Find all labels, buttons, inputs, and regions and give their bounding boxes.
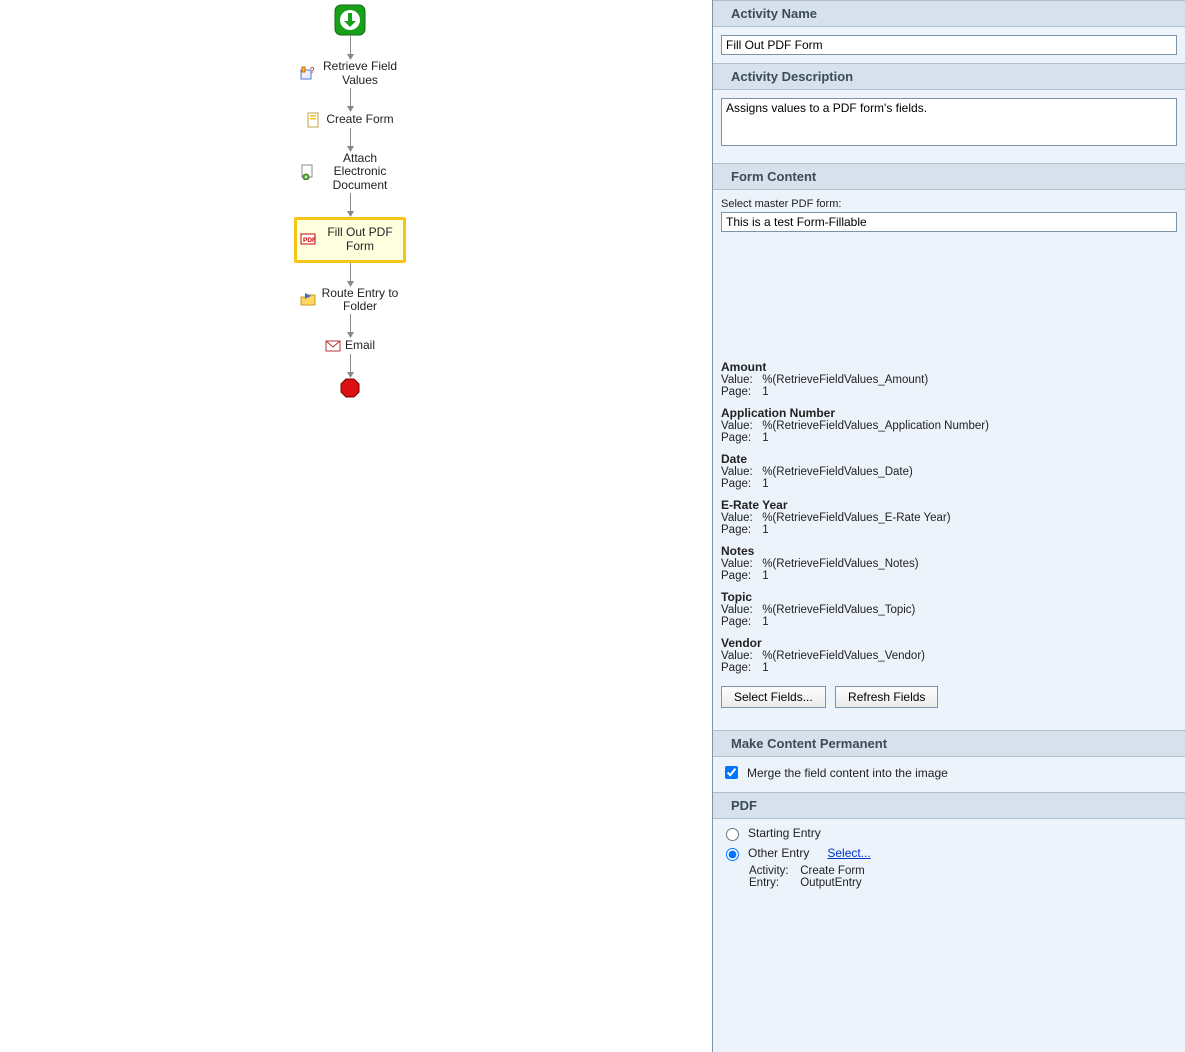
form-field-value: %(RetrieveFieldValues_Notes) [762, 558, 918, 570]
workflow-node-retrieve-field-values[interactable]: ? Retrieve Field Values [294, 60, 406, 88]
form-field-block: AmountValue: %(RetrieveFieldValues_Amoun… [713, 360, 1185, 406]
form-field-value: %(RetrieveFieldValues_Date) [762, 466, 913, 478]
workflow-node-label: Fill Out PDF Form [320, 226, 400, 254]
attach-document-icon [300, 164, 316, 180]
form-field-value-key: Value: [721, 512, 759, 524]
form-field-page: 1 [762, 616, 768, 628]
form-field-page: 1 [762, 662, 768, 674]
starting-entry-radio[interactable] [726, 828, 739, 841]
pdf-entry-key: Entry: [749, 877, 797, 889]
form-field-name: Vendor [721, 636, 1177, 650]
form-field-page-key: Page: [721, 478, 759, 490]
connector-arrow-icon [347, 263, 354, 287]
section-header-form-content: Form Content [713, 163, 1185, 190]
connector-arrow-icon [347, 354, 354, 378]
form-field-page-key: Page: [721, 432, 759, 444]
form-field-value: %(RetrieveFieldValues_Amount) [762, 374, 928, 386]
activity-name-input[interactable] [721, 35, 1177, 55]
section-header-make-content-permanent: Make Content Permanent [713, 730, 1185, 757]
retrieve-field-values-icon: ? [300, 66, 316, 82]
master-pdf-form-input[interactable] [721, 212, 1177, 232]
connector-arrow-icon [347, 36, 354, 60]
form-field-page-key: Page: [721, 662, 759, 674]
other-entry-radio[interactable] [726, 848, 739, 861]
workflow-node-label: Route Entry to Folder [320, 287, 400, 315]
svg-text:?: ? [310, 66, 315, 75]
form-field-value-key: Value: [721, 558, 759, 570]
connector-arrow-icon [347, 314, 354, 338]
form-field-name: Notes [721, 544, 1177, 558]
svg-text:PDF: PDF [303, 237, 316, 244]
workflow-node-attach-electronic-document[interactable]: Attach Electronic Document [294, 152, 406, 193]
stop-icon [340, 378, 360, 398]
workflow-node-label: Email [345, 339, 375, 353]
refresh-fields-button[interactable]: Refresh Fields [835, 686, 938, 708]
form-field-page-key: Page: [721, 524, 759, 536]
form-field-block: TopicValue: %(RetrieveFieldValues_Topic)… [713, 590, 1185, 636]
form-field-block: NotesValue: %(RetrieveFieldValues_Notes)… [713, 544, 1185, 590]
starting-entry-radio-row[interactable]: Starting Entry [721, 825, 1177, 841]
section-header-activity-name: Activity Name [713, 0, 1185, 27]
form-field-block: Application NumberValue: %(RetrieveField… [713, 406, 1185, 452]
workflow-canvas: ? Retrieve Field Values Create Form Atta… [0, 0, 700, 1052]
form-field-value: %(RetrieveFieldValues_Vendor) [762, 650, 925, 662]
starting-entry-label: Starting Entry [748, 826, 821, 840]
form-field-page: 1 [762, 432, 768, 444]
pdf-entry-value: OutputEntry [800, 877, 861, 889]
select-entry-link[interactable]: Select... [827, 846, 870, 860]
route-to-folder-icon [300, 292, 316, 308]
workflow-node-label: Create Form [326, 113, 393, 127]
workflow-node-create-form[interactable]: Create Form [294, 112, 406, 128]
email-icon [325, 338, 341, 354]
workflow-node-label: Retrieve Field Values [320, 60, 400, 88]
pdf-icon: PDF [300, 232, 316, 248]
other-entry-label: Other Entry [748, 846, 809, 860]
form-field-name: Date [721, 452, 1177, 466]
form-field-page: 1 [762, 524, 768, 536]
pdf-activity-value: Create Form [800, 865, 865, 877]
form-field-block: E-Rate YearValue: %(RetrieveFieldValues_… [713, 498, 1185, 544]
create-form-icon [306, 112, 322, 128]
form-field-value: %(RetrieveFieldValues_E-Rate Year) [762, 512, 950, 524]
section-header-pdf: PDF [713, 792, 1185, 819]
workflow-node-email[interactable]: Email [294, 338, 406, 354]
form-field-name: Amount [721, 360, 1177, 374]
select-fields-button[interactable]: Select Fields... [721, 686, 826, 708]
form-field-page: 1 [762, 570, 768, 582]
section-header-activity-description: Activity Description [713, 63, 1185, 90]
form-field-name: Topic [721, 590, 1177, 604]
workflow-node-label: Attach Electronic Document [320, 152, 400, 193]
select-master-pdf-label: Select master PDF form: [721, 198, 1177, 210]
workflow-start-node[interactable] [294, 4, 406, 36]
start-icon [334, 4, 366, 36]
form-field-value-key: Value: [721, 604, 759, 616]
form-field-value: %(RetrieveFieldValues_Application Number… [762, 420, 989, 432]
workflow-node-fill-out-pdf-form[interactable]: PDF Fill Out PDF Form [294, 217, 406, 263]
form-field-block: VendorValue: %(RetrieveFieldValues_Vendo… [713, 636, 1185, 682]
merge-field-content-checkbox[interactable] [725, 766, 738, 779]
form-field-value-key: Value: [721, 420, 759, 432]
connector-arrow-icon [347, 128, 354, 152]
workflow-node-route-entry-to-folder[interactable]: Route Entry to Folder [294, 287, 406, 315]
form-field-value-key: Value: [721, 374, 759, 386]
connector-arrow-icon [347, 88, 354, 112]
form-field-name: E-Rate Year [721, 498, 1177, 512]
form-field-value-key: Value: [721, 650, 759, 662]
merge-field-content-label: Merge the field content into the image [747, 766, 948, 780]
workflow-stop-node[interactable] [294, 378, 406, 398]
pdf-activity-key: Activity: [749, 865, 797, 877]
form-field-page-key: Page: [721, 570, 759, 582]
form-field-block: DateValue: %(RetrieveFieldValues_Date)Pa… [713, 452, 1185, 498]
form-field-value: %(RetrieveFieldValues_Topic) [762, 604, 915, 616]
form-field-page: 1 [762, 478, 768, 490]
form-field-page: 1 [762, 386, 768, 398]
form-field-name: Application Number [721, 406, 1177, 420]
connector-arrow-icon [347, 193, 354, 217]
form-field-value-key: Value: [721, 466, 759, 478]
other-entry-radio-row[interactable]: Other Entry Select... [721, 845, 1177, 861]
form-field-page-key: Page: [721, 386, 759, 398]
form-field-page-key: Page: [721, 616, 759, 628]
activity-description-input[interactable] [721, 98, 1177, 146]
properties-panel: Activity Name Activity Description Form … [712, 0, 1185, 1052]
